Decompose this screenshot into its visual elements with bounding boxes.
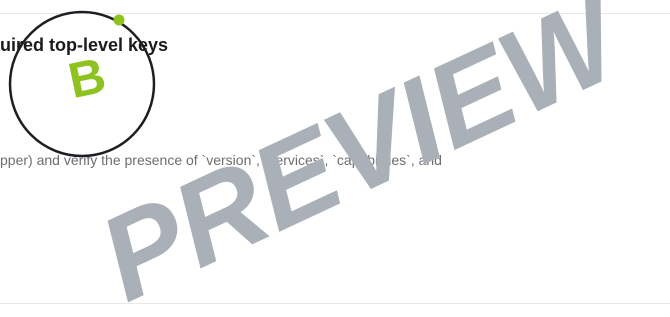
logo-dot [113,14,125,26]
brand-logo: B [8,10,156,158]
logo-letter: B [64,47,111,109]
bottom-divider [0,303,670,304]
